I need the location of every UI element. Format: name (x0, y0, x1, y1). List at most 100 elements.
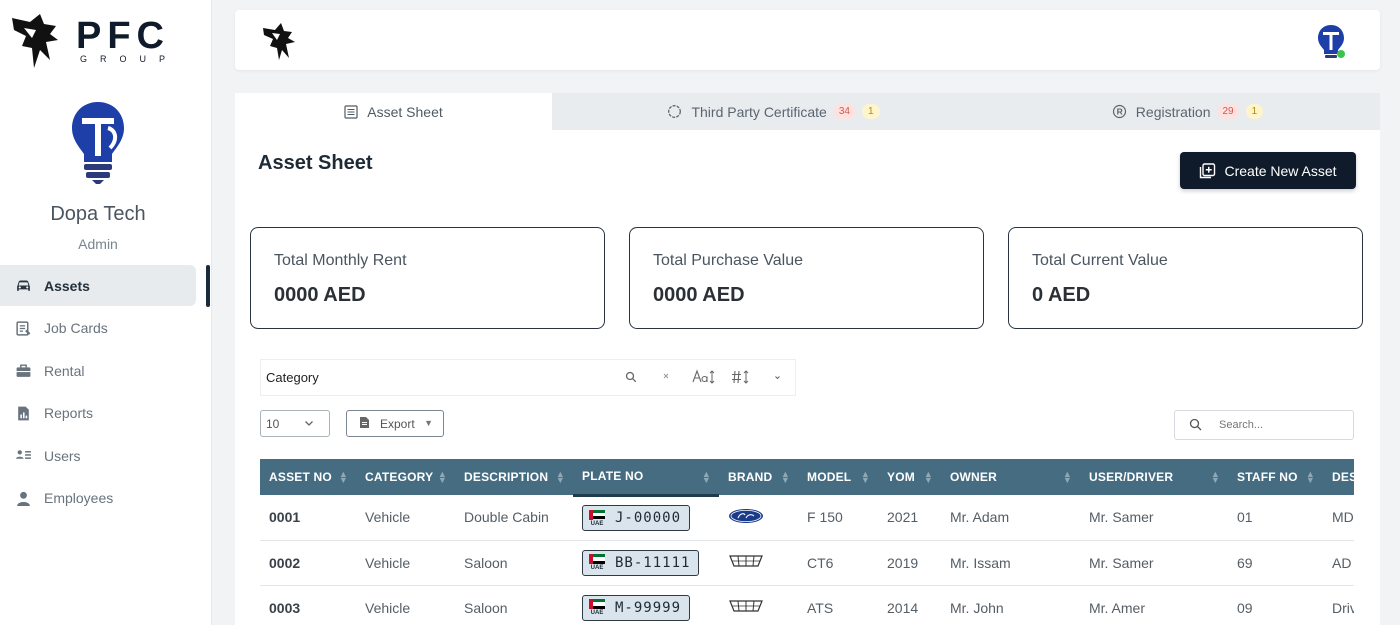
search-icon[interactable] (625, 371, 637, 386)
assets-table: ASSET NO ▲ ▼ CATEGORY ▲ ▼ DESCRIPTION ▲ ▼ PLAT… (260, 459, 1354, 625)
create-button-label: Create New Asset (1224, 162, 1337, 179)
table-search[interactable] (1174, 410, 1354, 440)
cell-category: Vehicle (356, 585, 455, 625)
sort-icon: ▲ ▼ (338, 469, 348, 485)
tab-label: Third Party Certificate (691, 103, 827, 120)
page-size-value: 10 (266, 416, 280, 431)
users-list-icon (14, 447, 32, 465)
overdue-count-badge: 29 (1216, 104, 1240, 119)
cell-yom: 2014 (878, 585, 941, 625)
column-header-category[interactable]: CATEGORY ▲ ▼ (356, 459, 455, 495)
sidebar-item-assets[interactable]: Assets (0, 265, 196, 306)
cell-plate: UAE M-99999 (573, 585, 719, 625)
case-sensitive-icon[interactable] (692, 369, 716, 388)
tab-asset-sheet[interactable]: Asset Sheet (235, 93, 552, 130)
ford-logo-icon (728, 508, 764, 524)
cell-model: CT6 (798, 540, 878, 586)
sidebar-item-label: Employees (44, 490, 114, 506)
column-header-plate-no[interactable]: PLATE NO ▲ ▼ (573, 459, 719, 497)
tab-label: Registration (1135, 103, 1211, 120)
cell-brand (719, 540, 798, 586)
sort-icon: ▲ ▼ (701, 469, 711, 485)
caret-down-icon: ▼ (424, 418, 433, 428)
cell-plate: UAE BB-11111 (573, 540, 719, 586)
create-new-asset-button[interactable]: Create New Asset (1180, 152, 1356, 189)
sidebar-item-job-cards[interactable]: Job Cards (0, 308, 212, 349)
stat-value: 0000 AED (274, 284, 366, 306)
logo-text: PFC (76, 15, 170, 57)
file-export-icon (359, 416, 370, 432)
clear-icon[interactable] (661, 370, 671, 384)
plate-number: BB-11111 (615, 554, 691, 571)
sidebar-item-label: Job Cards (44, 320, 108, 336)
cell-yom: 2021 (878, 495, 941, 541)
cell-staff-no: 09 (1228, 585, 1323, 625)
column-header-brand[interactable]: BRAND ▲ ▼ (719, 459, 798, 495)
stat-card-purchase-value: Total Purchase Value 0000 AED (629, 227, 984, 329)
page-size-select[interactable]: 10 (260, 410, 330, 437)
sidebar-item-reports[interactable]: Reports (0, 393, 212, 434)
pfc-mini-logo[interactable] (261, 20, 301, 60)
cell-yom: 2019 (878, 540, 941, 586)
column-header-staff-no[interactable]: STAFF NO ▲ ▼ (1228, 459, 1323, 495)
sidebar-item-users[interactable]: Users (0, 435, 212, 476)
column-filter-bar[interactable]: Category (260, 359, 796, 396)
uae-plate: UAE BB-11111 (582, 549, 700, 576)
asset-sheet-panel: Asset Sheet Create New Asset Total Month… (235, 130, 1380, 625)
assets-table-container[interactable]: ASSET NO ▲ ▼ CATEGORY ▲ ▼ DESCRIPTION ▲ ▼ PLAT… (260, 459, 1354, 625)
sort-icon: ▲ ▼ (1062, 469, 1072, 485)
stat-label: Total Purchase Value (653, 252, 804, 269)
column-header-yom[interactable]: YOM ▲ ▼ (878, 459, 941, 495)
cell-asset-no: 0003 (260, 585, 356, 625)
cell-brand (719, 585, 798, 625)
uae-plate: UAE M-99999 (582, 594, 691, 621)
cadillac-logo-icon (728, 553, 764, 569)
cell-designation: MD (1323, 495, 1354, 541)
column-header-asset-no[interactable]: ASSET NO ▲ ▼ (260, 459, 356, 495)
sidebar-item-rental[interactable]: Rental (0, 350, 212, 391)
sort-icon: ▲ ▼ (780, 469, 790, 485)
pending-count-badge: 1 (1245, 104, 1264, 119)
cell-asset-no: 0001 (260, 495, 356, 541)
stat-card-current-value: Total Current Value 0 AED (1008, 227, 1363, 329)
cell-driver: Mr. Amer (1080, 585, 1228, 625)
stat-label: Total Monthly Rent (274, 252, 407, 269)
sort-icon: ▲ ▼ (1210, 469, 1220, 485)
tab-registration[interactable]: R Registration 29 1 (995, 93, 1380, 130)
column-header-description[interactable]: DESCRIPTION ▲ ▼ (455, 459, 573, 495)
sidebar-item-label: Rental (44, 362, 85, 379)
table-row[interactable]: 0001 Vehicle Double Cabin UAE J-00000 F … (260, 495, 1354, 541)
sidebar-item-employees[interactable]: Employees (0, 478, 212, 519)
column-header-model[interactable]: MODEL ▲ ▼ (798, 459, 878, 495)
sidebar-item-label: Reports (44, 405, 94, 421)
sort-icon: ▲ ▼ (1305, 469, 1315, 485)
stat-value: 0 AED (1032, 284, 1091, 306)
cell-description: Saloon (455, 540, 573, 586)
car-icon (14, 277, 32, 295)
tab-third-party-certificate[interactable]: Third Party Certificate 34 1 (552, 93, 995, 130)
column-header-owner[interactable]: OWNER ▲ ▼ (941, 459, 1080, 495)
chevron-down-icon[interactable] (773, 371, 782, 385)
sort-icon: ▲ ▼ (860, 469, 870, 485)
plate-number: J-00000 (615, 510, 682, 526)
stat-value: 0000 AED (653, 284, 745, 306)
export-button[interactable]: Export ▼ (346, 410, 444, 437)
sort-icon: ▲ ▼ (555, 469, 565, 485)
uae-plate: UAE J-00000 (582, 505, 691, 531)
cell-brand (719, 495, 798, 541)
numeric-sort-icon[interactable] (731, 369, 751, 388)
search-input[interactable] (1219, 419, 1339, 431)
active-indicator (206, 265, 210, 307)
stat-label: Total Current Value (1032, 252, 1168, 269)
column-header-designation[interactable]: DES (1323, 459, 1354, 495)
cell-driver: Mr. Samer (1080, 495, 1228, 541)
dopa-tech-logo (70, 100, 126, 184)
pfc-group-logo[interactable]: PFC GROUP (10, 10, 190, 70)
sidebar-nav: Assets Job Cards Rental Reports Users Em… (0, 265, 212, 520)
cell-description: Double Cabin (455, 495, 573, 541)
table-row[interactable]: 0003 Vehicle Saloon UAE M-99999 ATS 2014… (260, 585, 1354, 625)
column-header-user-driver[interactable]: USER/DRIVER ▲ ▼ (1080, 459, 1228, 495)
table-row[interactable]: 0002 Vehicle Saloon UAE BB-11111 CT6 201… (260, 540, 1354, 586)
cell-owner: Mr. John (941, 585, 1080, 625)
uae-flag-icon: UAE (589, 554, 605, 571)
